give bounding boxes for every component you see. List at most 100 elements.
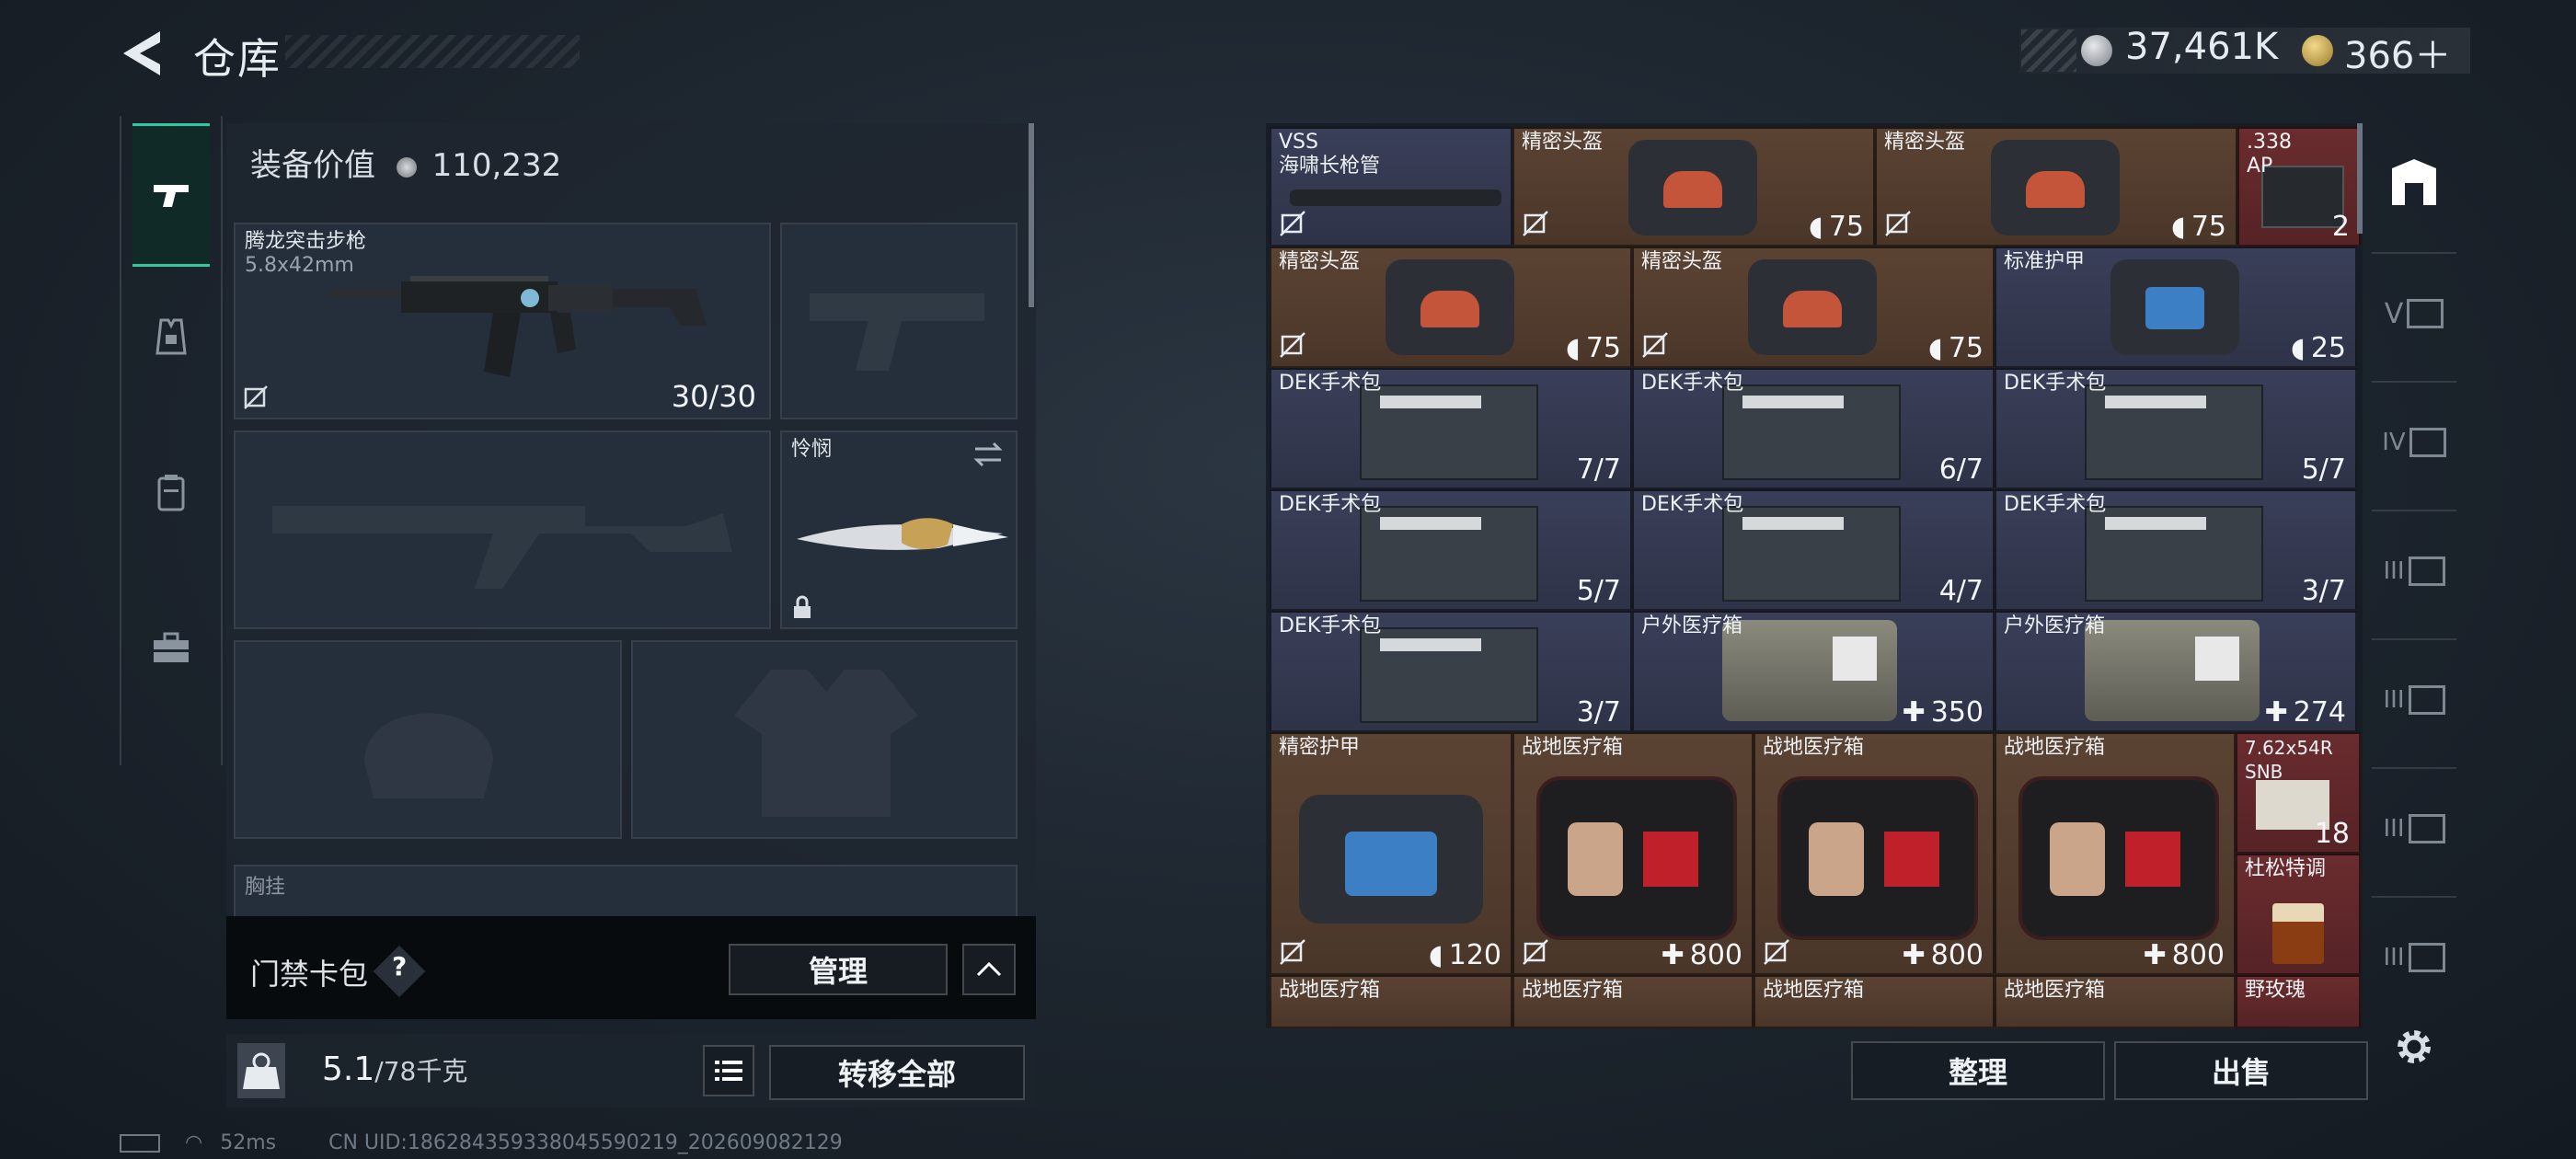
item-uses: 3/7 xyxy=(1576,696,1621,729)
tab-weapons[interactable] xyxy=(132,123,210,267)
melee-slot[interactable]: 怜悯 xyxy=(780,430,1018,629)
item-heal: ✚ 274 xyxy=(2265,696,2346,729)
weapon-ammo-count: 30/30 xyxy=(671,379,756,414)
primary-weapon-slot[interactable]: 腾龙突击步枪 5.8x42mm 30/30 xyxy=(234,223,771,419)
sidearm-slot[interactable] xyxy=(780,223,1018,419)
tab-stash[interactable] xyxy=(2372,123,2456,243)
inventory-scrollbar[interactable] xyxy=(2357,123,2363,234)
no-insurance-icon xyxy=(1280,332,1305,358)
container-tier-label: III xyxy=(2383,686,2405,714)
outdoor-medkit-icon xyxy=(2085,620,2260,721)
inventory-item-field-medkit[interactable]: 战地医疗箱 xyxy=(1512,975,1754,1028)
inventory-item-surgery-kit[interactable]: DEK手术包 3/7 xyxy=(1270,611,1632,732)
tab-toolbox[interactable] xyxy=(132,580,210,717)
tab-container-iii-d[interactable]: III xyxy=(2372,896,2456,1017)
inventory-item-helmet[interactable]: 精密头盔 ◖ 75 xyxy=(1512,127,1875,247)
expand-button[interactable] xyxy=(962,944,1016,995)
inventory-item-field-medkit[interactable]: 战地医疗箱 xyxy=(1995,975,2236,1028)
inventory-item-precision-armor[interactable]: 精密护甲 ◖ 120 xyxy=(1270,732,1512,975)
gold-currency-value[interactable]: 366＋ xyxy=(2344,26,2451,79)
tab-container-iv[interactable]: IV xyxy=(2372,381,2456,502)
tab-container-iii-a[interactable]: III xyxy=(2372,510,2456,631)
inventory-item-armor[interactable]: 标准护甲 ◖ 25 xyxy=(1995,247,2357,368)
inventory-item-surgery-kit[interactable]: DEK手术包 7/7 xyxy=(1270,368,1632,489)
item-name-line1: 7.62x54R xyxy=(2245,737,2333,759)
assault-rifle-icon xyxy=(328,276,707,377)
inventory-item-field-medkit[interactable]: 战地医疗箱 xyxy=(1270,975,1512,1028)
equipment-value-number: 110,232 xyxy=(431,147,562,184)
container-icon xyxy=(2407,299,2444,328)
item-name: 战地医疗箱 xyxy=(1522,979,1624,1002)
no-insurance-icon xyxy=(1523,211,1548,236)
helmet-slot[interactable] xyxy=(234,640,622,839)
item-name: 战地医疗箱 xyxy=(1279,979,1381,1002)
shield-icon: ◖ xyxy=(1928,332,1943,364)
armor-bag-icon xyxy=(1299,795,1483,924)
inventory-item-outdoor-medkit[interactable]: 户外医疗箱 ✚ 350 xyxy=(1632,611,1995,732)
inventory-item-helmet[interactable]: 精密头盔 ◖ 75 xyxy=(1632,247,1995,368)
item-name-line1: VSS xyxy=(1279,131,1318,154)
tab-container-iii-b[interactable]: III xyxy=(2372,638,2456,760)
weight-icon-box xyxy=(237,1043,285,1098)
tab-backpack[interactable] xyxy=(132,423,210,561)
inventory-item-field-medkit[interactable]: 战地医疗箱 ✚ 800 xyxy=(1754,732,1995,975)
list-view-button[interactable] xyxy=(703,1045,754,1096)
heal-value: 350 xyxy=(1930,696,1984,729)
inventory-item-field-medkit[interactable]: 战地医疗箱 ✚ 800 xyxy=(1512,732,1754,975)
item-durability: ◖ 75 xyxy=(1566,332,1621,364)
inventory-item-drink[interactable]: 杜松特调 xyxy=(2236,854,2361,975)
inventory-item-wild-rose[interactable]: 野玫瑰 xyxy=(2236,975,2361,1028)
tab-gear[interactable] xyxy=(132,267,210,405)
inventory-item-surgery-kit[interactable]: DEK手术包 3/7 xyxy=(1995,489,2357,611)
inventory-item-helmet[interactable]: 精密头盔 ◖ 75 xyxy=(1875,127,2237,247)
settings-button[interactable] xyxy=(2390,1023,2438,1071)
tab-container-v[interactable]: V xyxy=(2372,252,2456,373)
inventory-item-surgery-kit[interactable]: DEK手术包 5/7 xyxy=(1995,368,2357,489)
swap-icon[interactable] xyxy=(972,440,1005,469)
equipment-tab-column xyxy=(120,116,223,765)
chest-rig-slot[interactable]: 胸挂 xyxy=(234,865,1018,920)
sort-button[interactable]: 整理 xyxy=(1851,1041,2105,1100)
surgery-kit-icon xyxy=(1360,384,1538,480)
inventory-item-surgery-kit[interactable]: DEK手术包 6/7 xyxy=(1632,368,1995,489)
inventory-item-surgery-kit[interactable]: DEK手术包 5/7 xyxy=(1270,489,1632,611)
inventory-item-field-medkit[interactable]: 战地医疗箱 xyxy=(1754,975,1995,1028)
item-name: 标准护甲 xyxy=(2004,250,2086,273)
item-name: DEK手术包 xyxy=(1279,372,1382,395)
surgery-kit-icon xyxy=(1722,506,1901,602)
field-medkit-icon xyxy=(1536,776,1737,940)
surgery-kit-icon xyxy=(1360,627,1538,723)
item-name: VSS 海啸长枪管 xyxy=(1279,131,1380,178)
sell-button[interactable]: 出售 xyxy=(2114,1041,2368,1100)
inventory-item-field-medkit[interactable]: 战地医疗箱 ✚ 800 xyxy=(1995,732,2236,975)
manage-button[interactable]: 管理 xyxy=(729,944,948,995)
transfer-all-button[interactable]: 转移全部 xyxy=(769,1045,1025,1100)
back-button[interactable] xyxy=(118,28,173,79)
durability-value: 75 xyxy=(1585,332,1621,364)
item-name: 7.62x54R SNB xyxy=(2245,736,2333,784)
drink-glass-icon xyxy=(2272,903,2324,964)
inventory-item-ammo-762[interactable]: 7.62x54R SNB 18 xyxy=(2236,732,2361,854)
item-heal: ✚ 800 xyxy=(1662,939,1742,971)
kettlebell-icon xyxy=(243,1052,280,1089)
secondary-weapon-slot[interactable] xyxy=(234,430,771,629)
helmet-placeholder-icon xyxy=(364,713,493,798)
armor-slot[interactable] xyxy=(631,640,1018,839)
equipment-scrollbar[interactable] xyxy=(1029,123,1034,307)
field-medkit-icon xyxy=(1777,776,1978,940)
inventory-item-vss-barrel[interactable]: VSS 海啸长枪管 xyxy=(1270,127,1512,247)
inventory-item-surgery-kit[interactable]: DEK手术包 4/7 xyxy=(1632,489,1995,611)
wifi-icon: ◠ xyxy=(185,1131,203,1154)
inventory-item-ammo-338[interactable]: .338 AP 2 xyxy=(2237,127,2361,247)
inventory-item-helmet[interactable]: 精密头盔 ◖ 75 xyxy=(1270,247,1632,368)
rifle-placeholder-icon xyxy=(272,506,732,589)
durability-value: 25 xyxy=(2310,332,2346,364)
no-insurance-icon xyxy=(244,385,268,409)
inventory-item-outdoor-medkit[interactable]: 户外医疗箱 ✚ 274 xyxy=(1995,611,2357,732)
page-title: 仓库 xyxy=(193,34,282,84)
item-name: 户外医疗箱 xyxy=(1641,614,1743,637)
gear-icon xyxy=(2398,1030,2431,1063)
heal-value: 800 xyxy=(2171,939,2225,971)
item-name: .338 AP xyxy=(2247,131,2292,178)
tab-container-iii-c[interactable]: III xyxy=(2372,767,2456,889)
